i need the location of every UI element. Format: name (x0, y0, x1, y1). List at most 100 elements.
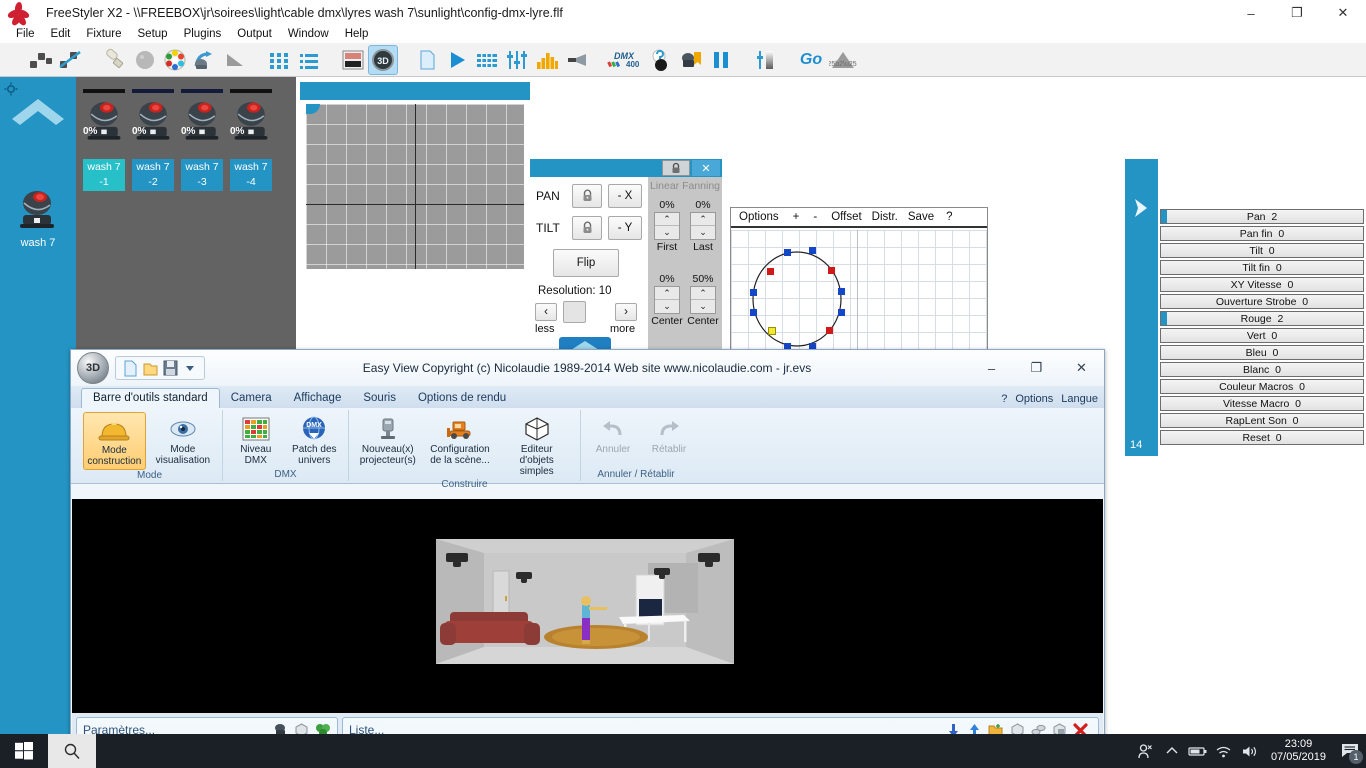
shape-handle[interactable] (838, 309, 845, 316)
spinner-down[interactable]: ⌄ (691, 226, 715, 239)
shape-handle[interactable] (826, 327, 833, 334)
channel-row[interactable]: Reset 0 (1160, 430, 1364, 445)
battery-icon[interactable] (1185, 734, 1211, 768)
options-menu[interactable]: Options (1015, 393, 1053, 405)
shape-handle-selected[interactable] (768, 327, 776, 335)
channel-row[interactable]: Vert 0 (1160, 328, 1364, 343)
shape-menu-options[interactable]: Options (739, 211, 779, 223)
flip-button[interactable]: Flip (553, 249, 619, 277)
shape-menu-offset[interactable]: Offset (831, 211, 861, 223)
dimmer-icon[interactable] (130, 45, 160, 75)
fixtures-off-icon[interactable] (56, 45, 86, 75)
go-button[interactable]: Go (794, 45, 828, 75)
cue-icon[interactable]: \u25b2\u25b2 (828, 45, 858, 75)
shape-handle[interactable] (750, 309, 757, 316)
menu-item-plugins[interactable]: Plugins (176, 26, 230, 43)
tab-camera[interactable]: Camera (220, 389, 283, 408)
shape-menu-help[interactable]: ? (946, 211, 952, 223)
master-fader-icon[interactable] (750, 45, 780, 75)
shape-menu-add[interactable]: + (793, 211, 800, 223)
spinner-up[interactable]: ⌃ (655, 213, 679, 226)
channel-row[interactable]: Bleu 0 (1160, 345, 1364, 360)
fanning-first-spinner[interactable]: ⌃ ⌄ (654, 212, 680, 240)
save-icon[interactable] (160, 359, 180, 377)
menu-item-help[interactable]: Help (337, 26, 377, 43)
spinner-up[interactable]: ⌃ (691, 287, 715, 300)
tilt-invert-button[interactable]: - Y (608, 216, 642, 240)
gear-icon[interactable] (4, 82, 18, 96)
resolution-decrease-button[interactable]: ‹ (535, 303, 557, 321)
shape-canvas[interactable] (731, 230, 987, 354)
menu-item-file[interactable]: File (8, 26, 43, 43)
open-folder-icon[interactable] (140, 359, 160, 377)
close-icon[interactable]: ✕ (692, 160, 720, 176)
spinner-down[interactable]: ⌄ (691, 300, 715, 313)
show-hidden-icons-icon[interactable] (1159, 734, 1185, 768)
annuler-button[interactable]: Annuler (587, 412, 639, 457)
spinner-down[interactable]: ⌄ (655, 226, 679, 239)
dmx400-icon[interactable]: DMX 400 (606, 45, 646, 75)
patch-des-univers-button[interactable]: DMX Patch des univers (287, 412, 342, 468)
grid-view-icon[interactable] (264, 45, 294, 75)
shape-menu-distr[interactable]: Distr. (872, 211, 898, 223)
sidebar-active-fixture[interactable]: wash 7 (14, 187, 62, 249)
search-icon[interactable] (48, 734, 96, 768)
channel-row[interactable]: Ouverture Strobe 0 (1160, 294, 1364, 309)
shape-handle[interactable] (784, 249, 791, 256)
fixture-name-button[interactable]: wash 7 -4 (230, 159, 272, 191)
fanning-center-right-spinner[interactable]: ⌃ ⌄ (690, 286, 716, 314)
channel-row[interactable]: Pan 2 (1160, 209, 1364, 224)
fog-machine-icon[interactable] (562, 45, 592, 75)
channel-row[interactable]: Blanc 0 (1160, 362, 1364, 377)
color-wheel-icon[interactable] (160, 45, 190, 75)
3d-view-icon[interactable]: 3D (368, 44, 398, 75)
channel-row[interactable]: Tilt 0 (1160, 243, 1364, 258)
easyview-maximize-button[interactable]: ❐ (1014, 353, 1059, 383)
chevron-right-icon[interactable] (1131, 197, 1151, 219)
moving-head-icon[interactable] (190, 45, 220, 75)
channel-row[interactable]: Tilt fin 0 (1160, 260, 1364, 275)
shape-handle[interactable] (838, 288, 845, 295)
matrix-icon[interactable] (472, 45, 502, 75)
fixtures-icon[interactable] (26, 45, 56, 75)
fixture-name-button[interactable]: wash 7 -3 (181, 159, 223, 191)
shape-handle[interactable] (828, 267, 835, 274)
channel-row[interactable]: Pan fin 0 (1160, 226, 1364, 241)
shape-handle[interactable] (767, 268, 774, 275)
langue-menu[interactable]: Langue (1061, 393, 1098, 405)
fixture-bookmark-icon[interactable] (676, 45, 706, 75)
channel-row[interactable]: Couleur Macros 0 (1160, 379, 1364, 394)
easyview-logo-icon[interactable]: 3D (77, 352, 109, 384)
close-button[interactable]: ✕ (1320, 0, 1366, 26)
mode-construction-button[interactable]: Mode construction (83, 412, 146, 470)
faders-icon[interactable] (502, 45, 532, 75)
channel-row[interactable]: Rouge 2 (1160, 311, 1364, 326)
lock-icon[interactable] (662, 160, 690, 176)
pan-lock-button[interactable] (572, 184, 602, 208)
pan-invert-button[interactable]: - X (608, 184, 642, 208)
easyview-minimize-button[interactable]: – (969, 353, 1014, 383)
fanning-center-left-spinner[interactable]: ⌃ ⌄ (654, 286, 680, 314)
channel-row[interactable]: XY Vitesse 0 (1160, 277, 1364, 292)
spinner-down[interactable]: ⌄ (655, 300, 679, 313)
spinner-up[interactable]: ⌃ (655, 287, 679, 300)
help-menu[interactable]: ? (1001, 393, 1007, 405)
fanning-last-spinner[interactable]: ⌃ ⌄ (690, 212, 716, 240)
resolution-increase-button[interactable]: › (615, 303, 637, 321)
taskbar-clock[interactable]: 23:09 07/05/2019 (1263, 738, 1334, 764)
configuration-scene-button[interactable]: Configuration de la scène... (425, 412, 496, 468)
minimize-button[interactable]: – (1228, 0, 1274, 26)
fixture-name-button[interactable]: wash 7 -2 (132, 159, 174, 191)
people-icon[interactable] (1133, 734, 1159, 768)
lamp-icon[interactable] (100, 45, 130, 75)
stage-view-icon[interactable] (338, 45, 368, 75)
tilt-lock-button[interactable] (572, 216, 602, 240)
nouveaux-projecteurs-button[interactable]: Nouveau(x) projecteur(s) (355, 412, 421, 468)
shape-menu-save[interactable]: Save (908, 211, 934, 223)
scroll-up-button[interactable] (10, 95, 66, 129)
menu-item-output[interactable]: Output (229, 26, 280, 43)
pause-icon[interactable] (706, 45, 736, 75)
retablir-button[interactable]: Rétablir (643, 412, 695, 457)
niveau-dmx-button[interactable]: Niveau DMX (229, 412, 283, 468)
audio-analyzer-icon[interactable] (532, 45, 562, 75)
